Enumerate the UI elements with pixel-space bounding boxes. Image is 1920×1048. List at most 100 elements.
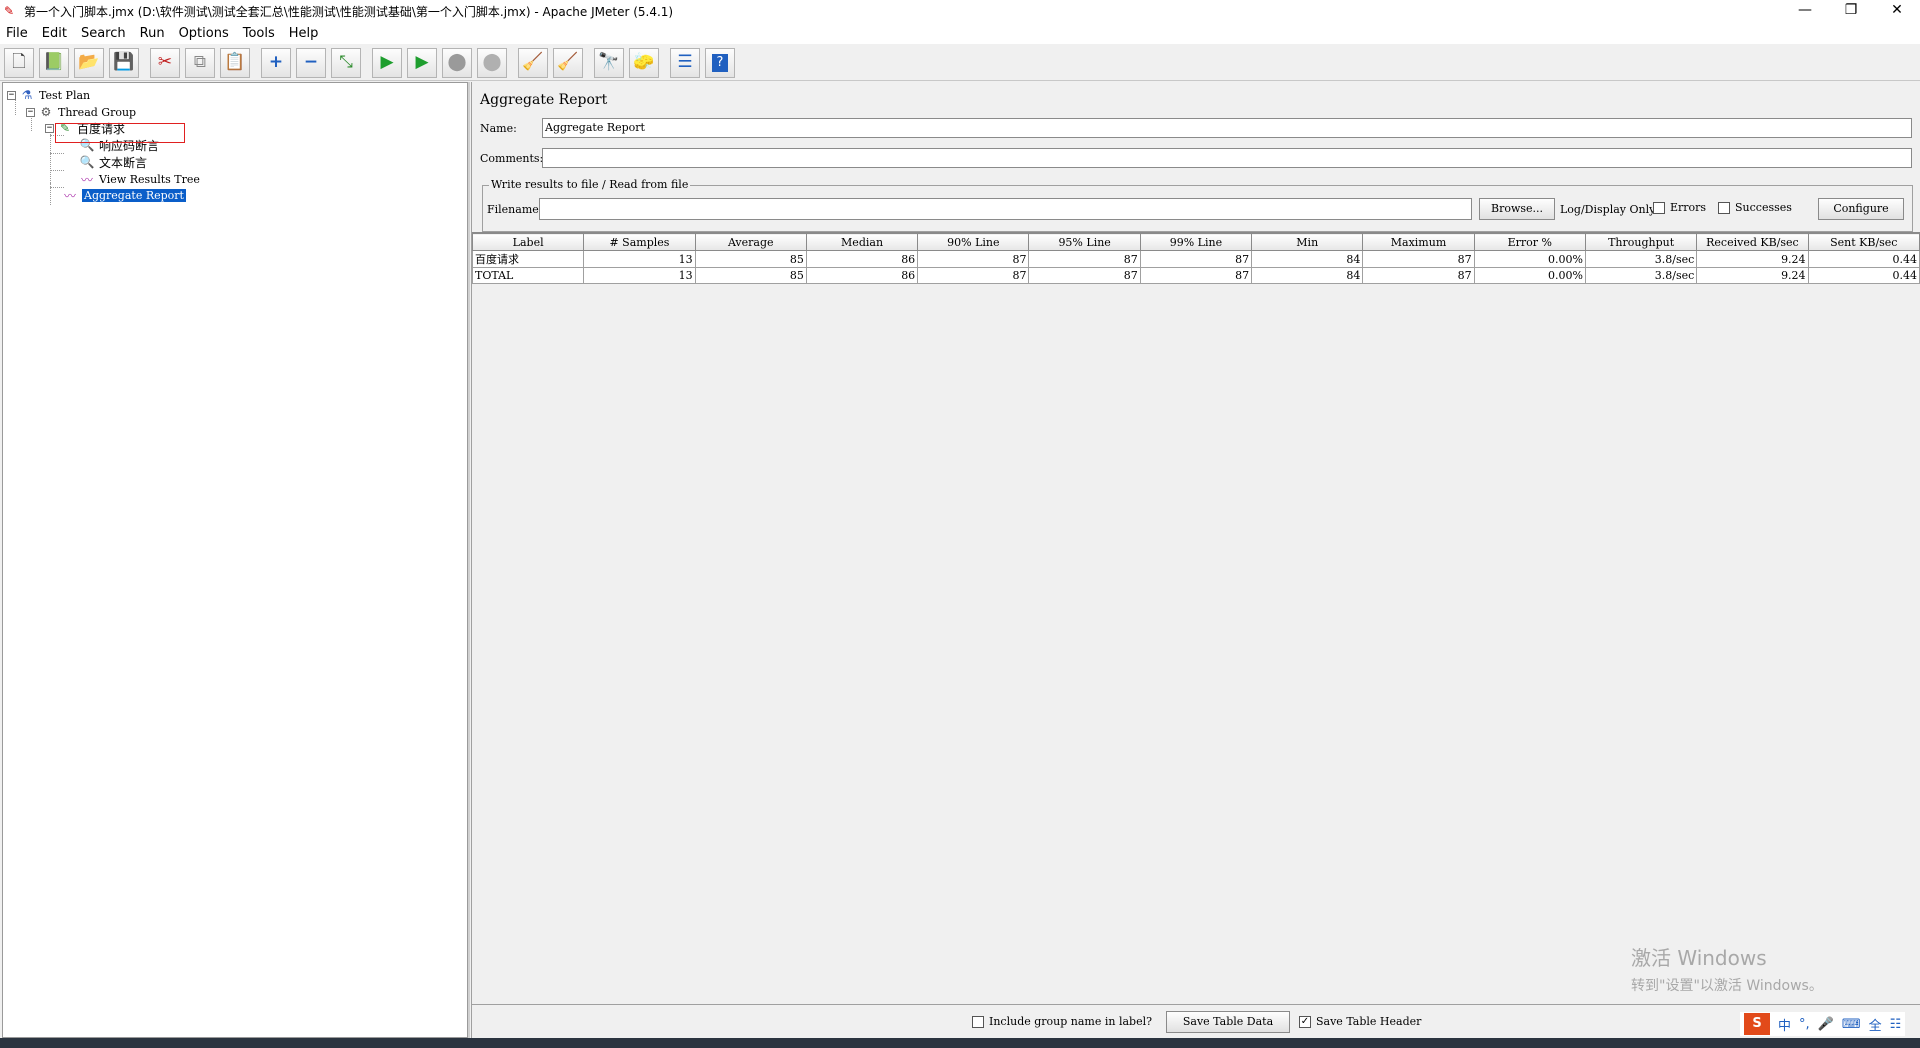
reset-search-button[interactable]: 🧽 — [629, 47, 659, 78]
collapse-toggle[interactable]: − — [26, 107, 35, 117]
expand-all-button[interactable]: + — [261, 47, 291, 78]
column-header-maximum[interactable]: Maximum — [1362, 233, 1475, 251]
search-button[interactable]: 🔭 — [594, 47, 624, 78]
collapse-all-button[interactable]: − — [296, 47, 326, 78]
column-header-90-line[interactable]: 90% Line — [917, 233, 1030, 251]
window-controls: — ❐ ✕ — [1782, 0, 1920, 22]
ime-punctuation-icon[interactable]: °, — [1799, 1017, 1810, 1032]
split-pane-divider[interactable] — [468, 82, 470, 1038]
menu-run[interactable]: Run — [140, 26, 165, 41]
new-icon: 🗋 — [12, 52, 26, 72]
start-button[interactable]: ▶ — [372, 47, 402, 78]
successes-checkbox[interactable]: Successes — [1718, 201, 1792, 214]
table-cell: 0.00% — [1473, 250, 1586, 268]
close-button[interactable]: ✕ — [1874, 0, 1920, 22]
table-cell: 87 — [1362, 250, 1475, 268]
collapse-toggle[interactable]: − — [7, 90, 16, 100]
table-cell: 13 — [583, 267, 696, 284]
comments-field[interactable] — [542, 148, 1912, 168]
name-field[interactable]: Aggregate Report — [542, 118, 1912, 138]
clear-all-icon: 🧹 — [557, 52, 579, 72]
search-icon: 🔭 — [598, 52, 620, 72]
ime-microphone-icon[interactable]: 🎤 — [1818, 1017, 1834, 1032]
menu-search[interactable]: Search — [81, 26, 126, 41]
menu-tools[interactable]: Tools — [243, 26, 275, 41]
column-header-samples[interactable]: # Samples — [583, 233, 696, 251]
column-header-throughput[interactable]: Throughput — [1584, 233, 1698, 251]
table-cell: 84 — [1251, 267, 1364, 284]
clear-button[interactable]: 🧹 — [518, 47, 548, 78]
errors-checkbox[interactable]: Errors — [1653, 201, 1706, 214]
stop-button[interactable]: ⬤ — [442, 47, 472, 78]
successes-checkbox-box[interactable] — [1718, 201, 1730, 214]
sogou-logo-icon[interactable]: S — [1744, 1013, 1770, 1035]
cut-button[interactable]: ✂ — [150, 47, 180, 78]
clear-all-button[interactable]: 🧹 — [553, 47, 583, 78]
templates-button[interactable]: 📗 — [39, 47, 69, 78]
new-button[interactable]: 🗋 — [4, 47, 34, 78]
copy-button[interactable]: ⧉ — [185, 47, 215, 78]
ime-chinese-mode[interactable]: 中 — [1778, 1015, 1791, 1034]
table-cell: 0.44 — [1807, 250, 1920, 268]
save-table-header-checkbox[interactable]: ✓ Save Table Header — [1299, 1015, 1421, 1028]
paste-icon: 📋 — [224, 52, 246, 72]
panel-title: Aggregate Report — [480, 92, 608, 108]
results-table-area: Label # Samples Average Median 90% Line … — [471, 232, 1920, 1002]
function-helper-button[interactable]: ☰ — [670, 47, 700, 78]
comments-label: Comments: — [480, 152, 544, 165]
table-cell: 3.8/sec — [1584, 250, 1698, 268]
clear-icon: 🧹 — [522, 52, 544, 72]
table-cell: 13 — [583, 250, 696, 268]
include-group-checkbox[interactable]: Include group name in label? — [972, 1015, 1152, 1028]
table-cell: 86 — [805, 250, 919, 268]
column-header-error[interactable]: Error % — [1473, 233, 1586, 251]
tree-node-text-assertion[interactable]: 🔍 文本断言 — [79, 153, 148, 171]
minimize-button[interactable]: — — [1782, 0, 1828, 22]
column-header-average[interactable]: Average — [694, 233, 807, 251]
toggle-button[interactable]: ⤡ — [331, 47, 361, 78]
menu-file[interactable]: File — [6, 26, 28, 41]
shutdown-button[interactable]: ⬤ — [477, 47, 507, 78]
save-table-header-checkbox-box[interactable]: ✓ — [1299, 1015, 1311, 1028]
column-header-99-line[interactable]: 99% Line — [1139, 233, 1253, 251]
ime-fullwidth-icon[interactable]: 全 — [1869, 1015, 1882, 1034]
menu-edit[interactable]: Edit — [42, 26, 67, 41]
menu-options[interactable]: Options — [179, 26, 229, 41]
toolbar: 🗋 📗 📂 💾 ✂ ⧉ 📋 + − ⤡ ▶ ▶ ⬤ ⬤ 🧹 🧹 🔭 🧽 ☰ ? — [0, 45, 1920, 81]
help-button[interactable]: ? — [705, 47, 735, 78]
save-button[interactable]: 💾 — [109, 47, 139, 78]
errors-checkbox-box[interactable] — [1653, 201, 1665, 214]
ime-menu-icon[interactable]: ☷ — [1890, 1017, 1902, 1032]
browse-button[interactable]: Browse... — [1479, 198, 1555, 220]
save-table-data-button[interactable]: Save Table Data — [1166, 1011, 1290, 1033]
column-header-sent[interactable]: Sent KB/sec — [1807, 233, 1920, 251]
stop-icon: ⬤ — [447, 52, 467, 72]
table-row[interactable]: 百度请求 13 85 86 87 87 87 84 87 0.00% 3.8/s… — [471, 250, 1920, 268]
help-icon: ? — [712, 53, 728, 72]
ime-keyboard-icon[interactable]: ⌨ — [1842, 1017, 1861, 1032]
column-header-received[interactable]: Received KB/sec — [1696, 233, 1809, 251]
menu-help[interactable]: Help — [289, 26, 319, 41]
collapse-toggle[interactable]: − — [45, 123, 54, 133]
table-cell: 87 — [917, 250, 1030, 268]
restore-button[interactable]: ❐ — [1828, 0, 1874, 22]
open-button[interactable]: 📂 — [74, 47, 104, 78]
table-cell: 87 — [1139, 250, 1253, 268]
start-no-pauses-button[interactable]: ▶ — [407, 47, 437, 78]
table-cell: 87 — [917, 267, 1030, 284]
column-header-95-line[interactable]: 95% Line — [1028, 233, 1141, 251]
table-row[interactable]: TOTAL 13 85 86 87 87 87 84 87 0.00% 3.8/… — [471, 267, 1920, 284]
test-plan-icon: ⚗ — [21, 88, 33, 102]
filename-field[interactable] — [539, 198, 1472, 220]
start-no-pause-icon: ▶ — [415, 52, 429, 72]
tree-node-aggregate-report[interactable]: 〰 Aggregate Report — [62, 186, 186, 204]
tree-node-test-plan[interactable]: − ⚗ Test Plan — [7, 86, 90, 104]
watermark-line1: 激活 Windows — [1631, 946, 1767, 970]
include-group-checkbox-box[interactable] — [972, 1015, 984, 1028]
start-icon: ▶ — [380, 52, 394, 72]
paste-button[interactable]: 📋 — [220, 47, 250, 78]
configure-button[interactable]: Configure — [1818, 198, 1904, 220]
column-header-label[interactable]: Label — [471, 233, 585, 251]
column-header-min[interactable]: Min — [1251, 233, 1364, 251]
column-header-median[interactable]: Median — [805, 233, 919, 251]
